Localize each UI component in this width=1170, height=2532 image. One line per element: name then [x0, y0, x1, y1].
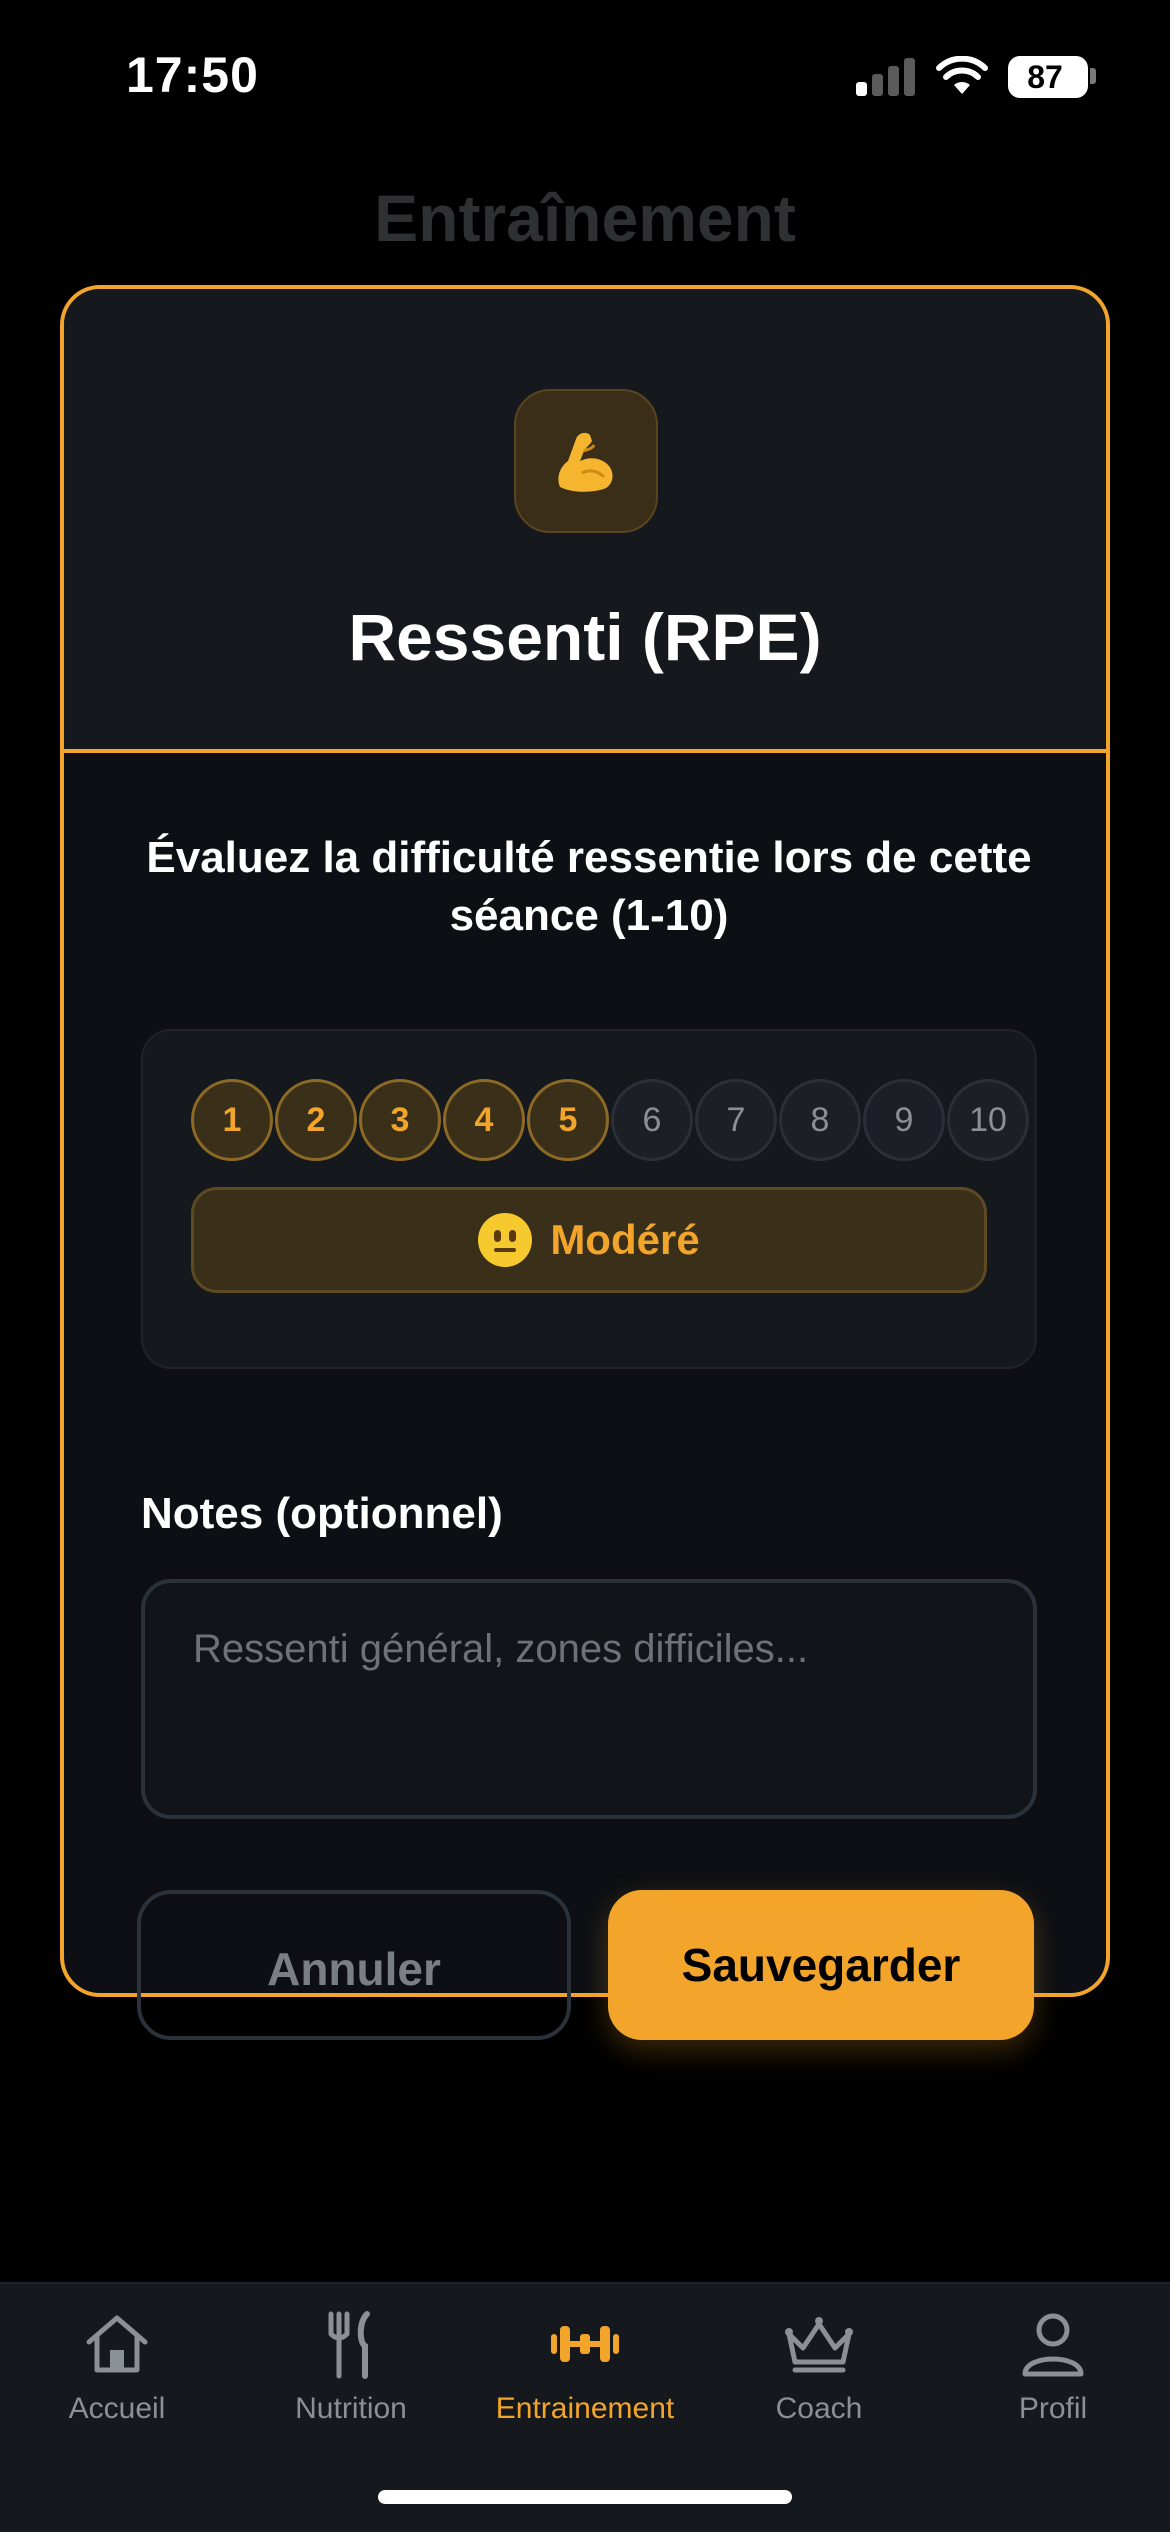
fork-knife-icon — [311, 2304, 391, 2384]
status-bar: 17:50 87 — [0, 0, 1170, 150]
crown-icon — [779, 2304, 859, 2384]
rpe-option-6[interactable]: 6 — [611, 1079, 693, 1161]
rpe-prompt: Évaluez la difficulté ressentie lors de … — [146, 833, 1032, 940]
rpe-option-4[interactable]: 4 — [443, 1079, 525, 1161]
rpe-option-9[interactable]: 9 — [863, 1079, 945, 1161]
rpe-option-1[interactable]: 1 — [191, 1079, 273, 1161]
page-title: Entraînement — [374, 181, 796, 255]
dumbbell-icon — [545, 2304, 625, 2384]
cancel-button[interactable]: Annuler — [137, 1890, 571, 2040]
neutral-face-icon — [478, 1213, 533, 1267]
rpe-option-3[interactable]: 3 — [359, 1079, 441, 1161]
modal-title: Ressenti (RPE) — [348, 600, 822, 674]
rpe-option-7[interactable]: 7 — [695, 1079, 777, 1161]
notes-input[interactable] — [141, 1579, 1037, 1819]
home-indicator — [378, 2490, 792, 2504]
tab-entrainement[interactable]: Entrainement — [468, 2304, 702, 2454]
rpe-selector-card: 1 2 3 4 5 6 7 8 9 10 Modéré — [141, 1029, 1037, 1369]
tab-accueil[interactable]: Accueil — [0, 2304, 234, 2454]
cellular-signal-icon — [856, 58, 916, 96]
rpe-option-8[interactable]: 8 — [779, 1079, 861, 1161]
modal-header: Ressenti (RPE) — [64, 289, 1106, 753]
user-icon — [1013, 2304, 1093, 2384]
tab-label-coach: Coach — [775, 2392, 863, 2425]
save-button[interactable]: Sauvegarder — [608, 1890, 1034, 2040]
rpe-modal: Ressenti (RPE) Évaluez la difficulté res… — [60, 285, 1110, 1997]
rpe-option-2[interactable]: 2 — [275, 1079, 357, 1161]
rpe-level-label: Modéré — [550, 1216, 700, 1263]
rpe-level-badge: Modéré — [191, 1187, 987, 1293]
battery-icon: 87 — [1008, 56, 1088, 98]
tab-label-profil: Profil — [1018, 2392, 1088, 2425]
flexed-biceps-icon — [514, 389, 658, 533]
rpe-option-5[interactable]: 5 — [527, 1079, 609, 1161]
rpe-scale: 1 2 3 4 5 6 7 8 9 10 — [191, 1079, 1031, 1161]
tab-profil[interactable]: Profil — [936, 2304, 1170, 2454]
battery-cap — [1090, 68, 1096, 84]
battery-level: 87 — [1027, 59, 1063, 95]
tab-nutrition[interactable]: Nutrition — [234, 2304, 468, 2454]
tab-label-nutrition: Nutrition — [295, 2392, 407, 2425]
rpe-option-10[interactable]: 10 — [947, 1079, 1029, 1161]
tab-label-entrainement: Entrainement — [495, 2392, 675, 2425]
tab-coach[interactable]: Coach — [702, 2304, 936, 2454]
wifi-icon — [936, 55, 988, 96]
notes-label: Notes (optionnel) — [141, 1489, 503, 1538]
tab-label-accueil: Accueil — [68, 2392, 166, 2425]
home-icon — [77, 2304, 157, 2384]
status-time: 17:50 — [126, 47, 259, 103]
